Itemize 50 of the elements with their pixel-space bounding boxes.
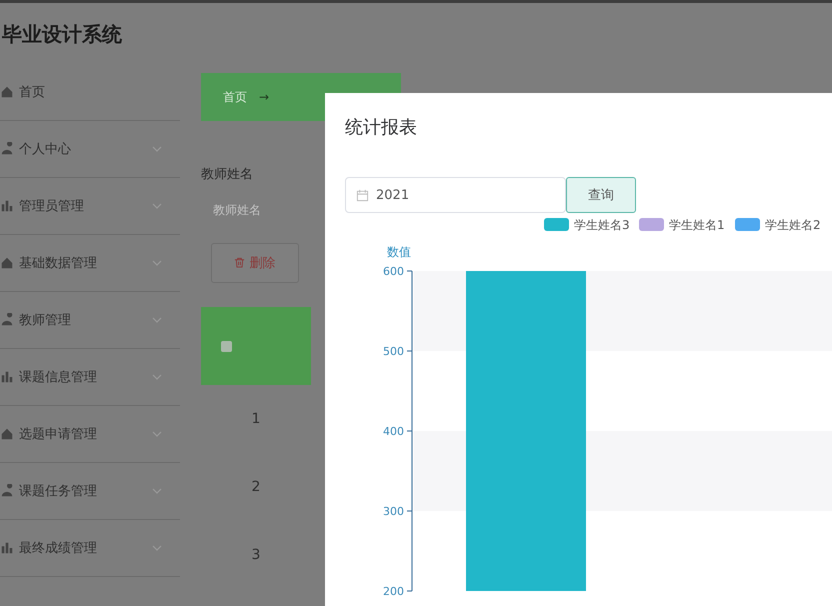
sidebar-item[interactable]: 课题信息管理: [0, 349, 180, 406]
chevron-icon: [152, 146, 162, 152]
table-cell-text: 2: [250, 479, 262, 495]
sidebar-item[interactable]: 基础数据管理: [0, 235, 180, 292]
legend-label: 学生姓名3: [574, 218, 630, 232]
sidebar-item[interactable]: 课题任务管理: [0, 463, 180, 520]
menu-icon: [0, 85, 14, 99]
chevron-icon: [152, 488, 162, 494]
menu-icon: [0, 427, 14, 441]
menu-icon: [0, 313, 14, 327]
trash-icon: [234, 257, 246, 268]
axis-tick-label: 200: [383, 585, 404, 598]
chevron-icon: [152, 260, 162, 266]
app-title: 毕业设计系统: [2, 20, 122, 48]
field-label: 教师姓名: [201, 166, 253, 183]
chevron-icon: [152, 374, 162, 380]
chevron-icon: [152, 317, 162, 323]
query-button[interactable]: 查询: [566, 177, 636, 213]
menu-icon: [0, 199, 14, 213]
menu-icon: [0, 370, 14, 384]
search-field[interactable]: 教师姓名: [211, 197, 305, 223]
dialog-title: 统计报表: [345, 116, 418, 139]
calendar-icon: [356, 188, 369, 202]
axis-tick-label: 300: [383, 505, 404, 518]
delete-button[interactable]: 删除: [211, 243, 299, 283]
axis-tick-label: 400: [383, 425, 404, 438]
checkbox[interactable]: [221, 340, 232, 352]
date-field[interactable]: 2021: [345, 177, 566, 213]
sidebar-item[interactable]: 最终成绩管理: [0, 520, 180, 577]
chevron-icon: [152, 431, 162, 437]
chevron-icon: [152, 545, 162, 551]
sidebar-item[interactable]: 选题申请管理: [0, 406, 180, 463]
breadcrumb-separator: →: [259, 90, 270, 104]
sidebar-item[interactable]: 管理员管理: [0, 178, 180, 235]
chevron-icon: [152, 203, 162, 209]
axis-title: 数值: [387, 245, 411, 259]
table-cell-text: 1: [250, 411, 262, 427]
menu-icon: [0, 484, 14, 498]
legend-label: 学生姓名1: [669, 218, 725, 232]
axis-tick-label: 600: [383, 265, 404, 278]
axis-tick-label: 500: [383, 345, 404, 358]
table-cell-text: 3: [250, 547, 262, 563]
sidebar-item[interactable]: 教师管理: [0, 292, 180, 349]
menu-icon: [0, 541, 14, 555]
menu-icon: [0, 256, 14, 270]
menu-icon: [0, 142, 14, 156]
legend-label: 学生姓名2: [765, 218, 821, 232]
sidebar-item[interactable]: 首页: [0, 64, 180, 121]
breadcrumb-link[interactable]: 首页: [223, 88, 247, 106]
sidebar-item[interactable]: 个人中心: [0, 121, 180, 178]
